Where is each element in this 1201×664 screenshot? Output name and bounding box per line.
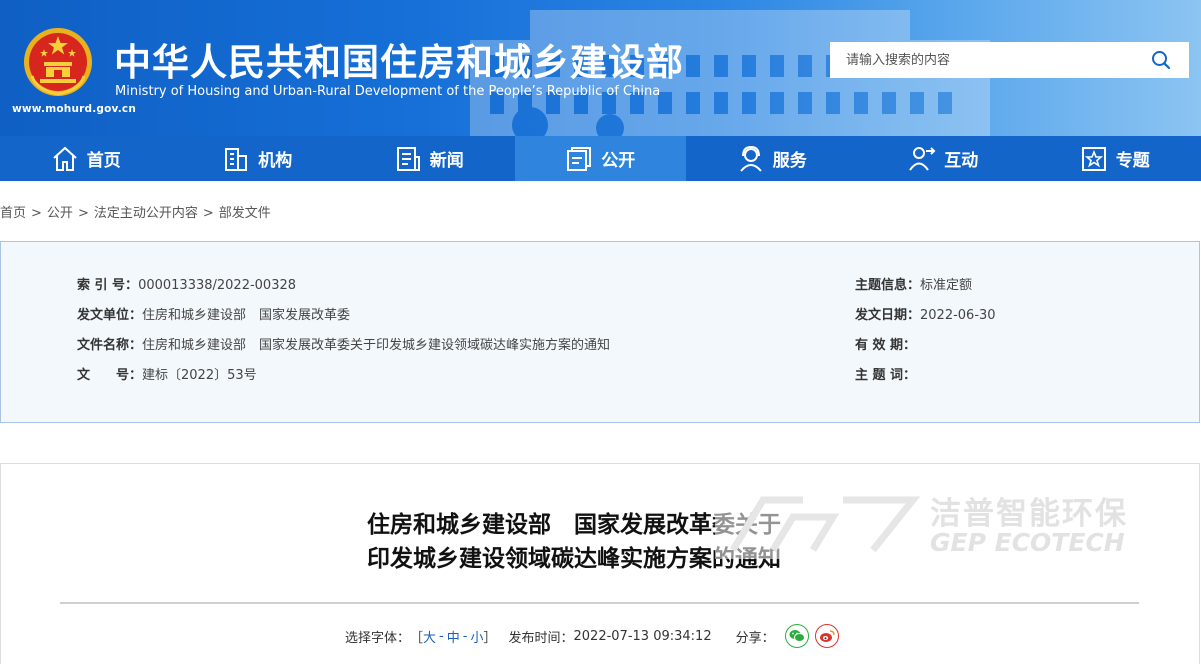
article-meta-bar: 选择字体： ［ 大 - 中 - 小 ］ 发布时间： 2022-07-13 09:… bbox=[345, 624, 839, 648]
nav-item-topics[interactable]: 专题 bbox=[1029, 136, 1201, 181]
nav-item-news[interactable]: 新闻 bbox=[343, 136, 515, 181]
publish-time-value: 2022-07-13 09:34:12 bbox=[573, 628, 712, 644]
breadcrumb: 首页 > 公开 > 法定主动公开内容 > 部发文件 bbox=[0, 202, 271, 221]
home-icon bbox=[53, 146, 77, 171]
meta-index: 索 引 号：000013338/2022-00328 bbox=[77, 274, 296, 293]
breadcrumb-separator: > bbox=[77, 206, 89, 221]
breadcrumb-separator: > bbox=[202, 206, 214, 221]
meta-issuer-label: 发文单位： bbox=[77, 308, 143, 323]
search-icon[interactable] bbox=[1151, 50, 1171, 70]
meta-docno-label: 文 号： bbox=[77, 368, 143, 383]
site-url: www.mohurd.gov.cn bbox=[12, 103, 137, 115]
font-small-link[interactable]: 小 bbox=[470, 627, 483, 646]
nav-item-service[interactable]: 服务 bbox=[686, 136, 858, 181]
headset-user-icon bbox=[739, 145, 762, 172]
folder-document-icon bbox=[567, 146, 592, 171]
meta-date: 发文日期：2022-06-30 bbox=[855, 304, 996, 323]
meta-keywords-label: 主 题 词： bbox=[855, 368, 917, 383]
search-input[interactable] bbox=[830, 42, 1146, 78]
main-nav: 首页 机构 新闻 公开 服务 互动 专题 bbox=[0, 136, 1201, 181]
meta-docno: 文 号：建标〔2022〕53号 bbox=[77, 364, 257, 383]
share-label: 分享： bbox=[735, 630, 775, 646]
meta-date-label: 发文日期： bbox=[855, 308, 921, 323]
site-subtitle: Ministry of Housing and Urban-Rural Deve… bbox=[115, 84, 661, 99]
meta-docno-value: 建标〔2022〕53号 bbox=[142, 368, 257, 383]
meta-topic-value: 标准定额 bbox=[920, 278, 973, 293]
national-emblem-icon bbox=[24, 28, 92, 96]
nav-label: 互动 bbox=[944, 151, 979, 171]
meta-topic-label: 主题信息： bbox=[855, 278, 921, 293]
document-meta-panel: 索 引 号：000013338/2022-00328 发文单位：住房和城乡建设部… bbox=[0, 241, 1200, 423]
meta-filename-value: 住房和城乡建设部 国家发展改革委关于印发城乡建设领域碳达峰实施方案的通知 bbox=[142, 338, 611, 353]
meta-keywords: 主 题 词： bbox=[855, 364, 916, 383]
breadcrumb-documents[interactable]: 部发文件 bbox=[219, 206, 271, 221]
meta-filename: 文件名称：住房和城乡建设部 国家发展改革委关于印发城乡建设领域碳达峰实施方案的通… bbox=[77, 334, 610, 353]
watermark-en-text: GEP ECOTECH bbox=[930, 528, 1125, 557]
breadcrumb-home[interactable]: 首页 bbox=[0, 206, 26, 221]
meta-validity-label: 有 效 期： bbox=[855, 338, 917, 353]
meta-index-label: 索 引 号： bbox=[77, 278, 139, 293]
meta-index-value: 000013338/2022-00328 bbox=[138, 278, 297, 293]
breadcrumb-separator: > bbox=[31, 206, 42, 221]
nav-item-interaction[interactable]: 互动 bbox=[858, 136, 1030, 181]
nav-label: 新闻 bbox=[429, 151, 464, 171]
nav-item-home[interactable]: 首页 bbox=[0, 136, 172, 181]
font-bracket-close: ］ bbox=[483, 630, 497, 646]
meta-issuer: 发文单位：住房和城乡建设部 国家发展改革委 bbox=[77, 304, 350, 323]
nav-item-disclosure[interactable]: 公开 bbox=[514, 136, 686, 181]
user-interaction-icon bbox=[909, 146, 936, 171]
star-box-icon bbox=[1081, 146, 1106, 171]
breadcrumb-statutory[interactable]: 法定主动公开内容 bbox=[94, 206, 198, 221]
watermark-logo-icon bbox=[729, 496, 921, 553]
font-bracket-open: ［ bbox=[410, 630, 424, 646]
nav-label: 专题 bbox=[1115, 151, 1150, 171]
search-box bbox=[830, 42, 1189, 78]
meta-filename-label: 文件名称： bbox=[77, 338, 143, 353]
meta-topic: 主题信息：标准定额 bbox=[855, 274, 972, 293]
nav-label: 公开 bbox=[601, 151, 636, 171]
document-icon bbox=[396, 146, 420, 171]
article-divider bbox=[60, 602, 1139, 604]
font-size-label: 选择字体： bbox=[345, 630, 411, 646]
breadcrumb-disclosure[interactable]: 公开 bbox=[47, 206, 73, 221]
meta-date-value: 2022-06-30 bbox=[920, 308, 996, 323]
font-separator: - bbox=[462, 628, 468, 644]
font-large-link[interactable]: 大 bbox=[423, 627, 436, 646]
meta-issuer-value: 住房和城乡建设部 国家发展改革委 bbox=[142, 308, 351, 323]
site-header: www.mohurd.gov.cn 中华人民共和国住房和城乡建设部 Minist… bbox=[0, 0, 1201, 136]
nav-label: 首页 bbox=[86, 151, 121, 171]
weibo-share-icon[interactable] bbox=[814, 624, 839, 648]
nav-label: 机构 bbox=[258, 151, 293, 171]
wechat-share-icon[interactable] bbox=[784, 624, 809, 648]
site-title: 中华人民共和国住房和城乡建设部 bbox=[114, 41, 684, 84]
publish-time-label: 发布时间： bbox=[508, 630, 574, 646]
nav-item-organization[interactable]: 机构 bbox=[172, 136, 344, 181]
font-separator: - bbox=[439, 628, 444, 644]
building-icon bbox=[225, 147, 248, 171]
meta-validity: 有 效 期： bbox=[855, 334, 916, 353]
nav-label: 服务 bbox=[772, 151, 807, 171]
font-medium-link[interactable]: 中 bbox=[447, 627, 460, 646]
watermark-cn-text: 洁普智能环保 bbox=[930, 496, 1128, 532]
